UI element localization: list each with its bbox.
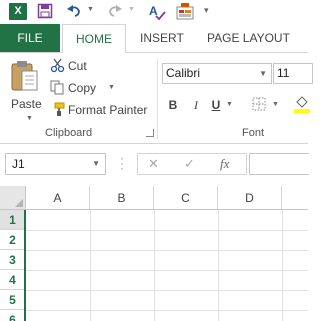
row-header-2[interactable]: 2 [0, 230, 26, 250]
formula-buttons: ✕ ✓ fx [137, 153, 247, 175]
redo-icon[interactable] [107, 3, 123, 19]
row-header-4[interactable]: 4 [0, 270, 26, 290]
row-header-5[interactable]: 5 [0, 290, 26, 310]
paste-dropdown-icon[interactable]: ▼ [26, 115, 33, 122]
gridline [282, 210, 283, 321]
paste-button[interactable]: Paste ▼ [6, 57, 44, 129]
paste-icon [11, 61, 38, 91]
clipboard-group-label: Clipboard [45, 127, 93, 139]
redo-dropdown-icon[interactable]: ▼ [128, 6, 135, 13]
borders-icon[interactable] [252, 97, 267, 115]
select-all-icon [15, 199, 23, 207]
gridline [26, 250, 308, 251]
column-header-d[interactable]: D [218, 186, 282, 210]
column-header-e[interactable] [282, 186, 308, 210]
row-header-1[interactable]: 1 [0, 210, 26, 230]
borders-dropdown-icon[interactable]: ▼ [272, 101, 279, 108]
tab-home[interactable]: HOME [62, 24, 126, 53]
insert-function-button[interactable]: fx [220, 154, 229, 174]
enter-icon[interactable]: ✓ [184, 154, 195, 174]
font-size-select[interactable]: 11 [273, 63, 313, 84]
fill-color-icon[interactable] [294, 94, 310, 117]
column-header-c[interactable]: C [154, 186, 218, 210]
group-divider [157, 59, 158, 139]
paste-label: Paste [11, 97, 42, 111]
gridline [154, 210, 155, 321]
spelling-icon[interactable]: A [148, 3, 166, 21]
gridline [26, 310, 308, 311]
select-all-button[interactable] [0, 186, 26, 210]
row-header-6[interactable]: 6 [0, 310, 26, 321]
column-header-b[interactable]: B [90, 186, 154, 210]
bold-button[interactable]: B [165, 97, 181, 113]
gridline [26, 290, 308, 291]
font-name-select[interactable]: Calibri ▼ [162, 63, 272, 84]
tab-insert[interactable]: INSERT [140, 24, 184, 52]
ribbon: Paste ▼ Cut Copy ▼ Format Painter Clipbo… [0, 52, 313, 144]
row-selection-indicator [24, 210, 26, 321]
format-painter-icon [50, 102, 65, 122]
underline-button[interactable]: U [208, 97, 224, 113]
excel-logo-icon: X [9, 3, 27, 20]
chevron-down-icon: ▼ [92, 159, 100, 168]
gridline [90, 210, 91, 321]
scissors-icon [50, 58, 65, 78]
cancel-icon[interactable]: ✕ [148, 154, 159, 174]
tab-file[interactable]: FILE [0, 24, 60, 52]
formula-input[interactable] [249, 153, 309, 175]
formula-bar: J1 ▼ · · · ✕ ✓ fx [0, 144, 309, 186]
gridline [218, 210, 219, 321]
chevron-down-icon: ▼ [259, 69, 267, 78]
italic-button[interactable]: I [188, 97, 204, 113]
gridline [26, 230, 308, 231]
customize-qat-icon[interactable]: ▾ [204, 5, 209, 16]
name-box[interactable]: J1 ▼ [5, 153, 106, 175]
worksheet-grid: A B C D 1 2 3 4 5 6 [0, 186, 308, 321]
undo-dropdown-icon[interactable]: ▼ [87, 6, 94, 13]
column-header-a[interactable]: A [26, 186, 90, 210]
quick-access-toolbar: X ▼ ▼ A ▾ [0, 0, 308, 24]
touch-mode-icon[interactable] [176, 3, 194, 20]
copy-icon [50, 80, 65, 100]
save-icon[interactable] [37, 3, 53, 19]
font-group-label: Font [242, 127, 265, 139]
clipboard-dialog-launcher-icon[interactable] [146, 129, 154, 137]
gridline [26, 270, 308, 271]
row-header-3[interactable]: 3 [0, 250, 26, 270]
underline-dropdown-icon[interactable]: ▼ [226, 101, 233, 108]
formula-bar-splitter-icon[interactable]: · · · [120, 152, 124, 174]
undo-icon[interactable] [66, 3, 82, 19]
tab-page-layout[interactable]: PAGE LAYOUT [207, 24, 290, 52]
ribbon-tabs: FILE HOME INSERT PAGE LAYOUT [0, 24, 308, 53]
copy-dropdown-icon[interactable]: ▼ [108, 79, 115, 97]
